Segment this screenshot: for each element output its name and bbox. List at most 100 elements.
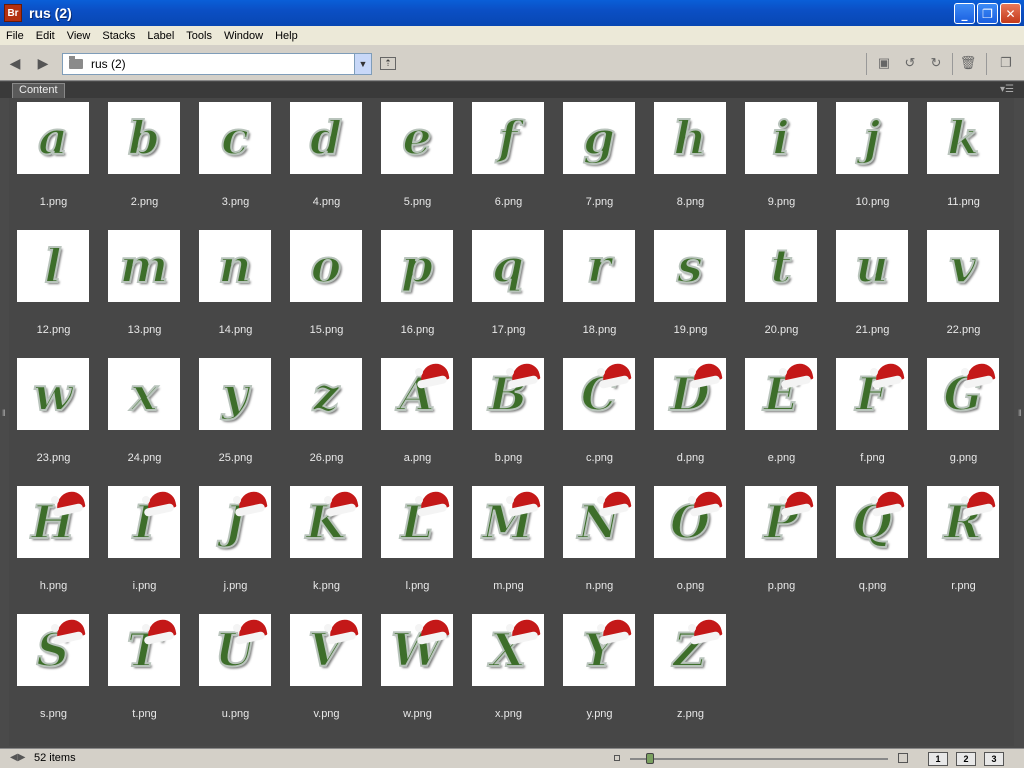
thumbnail-item[interactable]: i 9.png xyxy=(737,98,828,226)
thumbnail-image[interactable]: C xyxy=(563,358,635,430)
thumbnail-image[interactable]: b xyxy=(108,102,180,174)
file-name-label[interactable]: k.png xyxy=(282,580,371,592)
thumbnail-item[interactable]: Aa.png xyxy=(373,354,464,482)
thumbnail-image[interactable]: u xyxy=(836,230,908,302)
thumbnail-image[interactable]: N xyxy=(563,486,635,558)
thumbnail-image[interactable]: c xyxy=(199,102,271,174)
thumbnail-item[interactable]: o 15.png xyxy=(282,226,373,354)
file-name-label[interactable]: 15.png xyxy=(282,324,371,336)
thumbnail-item[interactable]: Qq.png xyxy=(828,482,919,610)
thumbnail-image[interactable]: y xyxy=(199,358,271,430)
file-name-label[interactable]: u.png xyxy=(191,708,280,720)
thumbnail-item[interactable]: Gg.png xyxy=(919,354,1010,482)
thumbnail-size-slider-knob[interactable] xyxy=(646,753,654,764)
thumbnail-image[interactable]: d xyxy=(290,102,362,174)
thumbnail-item[interactable]: Uu.png xyxy=(191,610,282,738)
file-name-label[interactable]: 8.png xyxy=(646,196,735,208)
new-folder-icon[interactable]: ▣ xyxy=(874,55,894,73)
thumbnail-image[interactable]: t xyxy=(745,230,817,302)
thumbnail-item[interactable]: e 5.png xyxy=(373,98,464,226)
thumbnail-image[interactable]: x xyxy=(108,358,180,430)
thumbnail-image[interactable]: D xyxy=(654,358,726,430)
file-name-label[interactable]: 24.png xyxy=(100,452,189,464)
menu-item-tools[interactable]: Tools xyxy=(180,30,218,42)
left-panel-handle-icon[interactable]: ‖ xyxy=(2,408,6,422)
file-name-label[interactable]: 10.png xyxy=(828,196,917,208)
menu-item-file[interactable]: File xyxy=(0,30,30,42)
thumbnail-image[interactable]: O xyxy=(654,486,726,558)
file-name-label[interactable]: 18.png xyxy=(555,324,644,336)
chevron-down-icon[interactable]: ▼ xyxy=(354,54,371,74)
thumbnail-image[interactable]: h xyxy=(654,102,726,174)
thumbnail-image[interactable]: R xyxy=(927,486,999,558)
file-name-label[interactable]: c.png xyxy=(555,452,644,464)
file-name-label[interactable]: v.png xyxy=(282,708,371,720)
thumbnail-image[interactable]: l xyxy=(17,230,89,302)
thumbnail-item[interactable]: r 18.png xyxy=(555,226,646,354)
thumbnail-item[interactable]: Ss.png xyxy=(9,610,100,738)
right-panel-handle-icon[interactable]: ‖ xyxy=(1018,408,1022,422)
thumbnail-item[interactable]: j 10.png xyxy=(828,98,919,226)
thumbnail-image[interactable]: n xyxy=(199,230,271,302)
thumbnail-image[interactable]: w xyxy=(17,358,89,430)
file-name-label[interactable]: 22.png xyxy=(919,324,1008,336)
thumbnail-image[interactable]: f xyxy=(472,102,544,174)
thumbnail-image[interactable]: U xyxy=(199,614,271,686)
thumbnail-item[interactable]: g 7.png xyxy=(555,98,646,226)
menu-item-edit[interactable]: Edit xyxy=(30,30,61,42)
thumbnail-image[interactable]: v xyxy=(927,230,999,302)
thumbnail-item[interactable]: x 24.png xyxy=(100,354,191,482)
thumbnail-item[interactable]: u 21.png xyxy=(828,226,919,354)
forward-arrow-icon[interactable]: ▶ xyxy=(34,55,52,71)
menu-item-help[interactable]: Help xyxy=(269,30,304,42)
thumbnail-item[interactable]: Tt.png xyxy=(100,610,191,738)
thumbnail-image[interactable]: o xyxy=(290,230,362,302)
thumbnail-item[interactable]: h 8.png xyxy=(646,98,737,226)
thumbnail-image[interactable]: Q xyxy=(836,486,908,558)
thumbnail-item[interactable]: Cc.png xyxy=(555,354,646,482)
file-name-label[interactable]: h.png xyxy=(9,580,98,592)
file-name-label[interactable]: 12.png xyxy=(9,324,98,336)
thumbnail-item[interactable]: Hh.png xyxy=(9,482,100,610)
menu-item-view[interactable]: View xyxy=(61,30,97,42)
thumbnail-item[interactable]: d 4.png xyxy=(282,98,373,226)
thumbnail-item[interactable]: Xx.png xyxy=(464,610,555,738)
file-name-label[interactable]: 23.png xyxy=(9,452,98,464)
file-name-label[interactable]: 19.png xyxy=(646,324,735,336)
close-button[interactable]: ✕ xyxy=(1000,3,1021,24)
view-mode-3-button[interactable]: 3 xyxy=(984,752,1004,766)
thumbnail-item[interactable]: v 22.png xyxy=(919,226,1010,354)
file-name-label[interactable]: 16.png xyxy=(373,324,462,336)
file-name-label[interactable]: d.png xyxy=(646,452,735,464)
thumbnail-image[interactable]: H xyxy=(17,486,89,558)
thumbnail-image[interactable]: W xyxy=(381,614,453,686)
file-name-label[interactable]: w.png xyxy=(373,708,462,720)
trash-icon[interactable]: 🗑 xyxy=(958,55,978,73)
thumbnail-item[interactable]: Mm.png xyxy=(464,482,555,610)
thumbnail-item[interactable]: Ll.png xyxy=(373,482,464,610)
thumbnail-item[interactable]: n 14.png xyxy=(191,226,282,354)
thumbnail-image[interactable]: K xyxy=(290,486,362,558)
thumbnail-image[interactable]: z xyxy=(290,358,362,430)
file-name-label[interactable]: 25.png xyxy=(191,452,280,464)
panel-menu-icon[interactable]: ▾☰ xyxy=(1000,84,1014,95)
thumbnail-image[interactable]: F xyxy=(836,358,908,430)
file-name-label[interactable]: 4.png xyxy=(282,196,371,208)
file-name-label[interactable]: z.png xyxy=(646,708,735,720)
thumbnail-image[interactable]: q xyxy=(472,230,544,302)
thumbnail-item[interactable]: Bb.png xyxy=(464,354,555,482)
thumbnail-image[interactable]: Y xyxy=(563,614,635,686)
up-folder-icon[interactable]: ⇡ xyxy=(380,57,396,70)
file-name-label[interactable]: 14.png xyxy=(191,324,280,336)
thumbnail-item[interactable]: y 25.png xyxy=(191,354,282,482)
thumbnail-image[interactable]: L xyxy=(381,486,453,558)
thumbnail-item[interactable]: t 20.png xyxy=(737,226,828,354)
thumbnail-image[interactable]: S xyxy=(17,614,89,686)
file-name-label[interactable]: q.png xyxy=(828,580,917,592)
file-name-label[interactable]: j.png xyxy=(191,580,280,592)
thumbnail-image[interactable]: r xyxy=(563,230,635,302)
file-name-label[interactable]: e.png xyxy=(737,452,826,464)
thumbnail-item[interactable]: Oo.png xyxy=(646,482,737,610)
minimize-button[interactable]: _ xyxy=(954,3,975,24)
back-arrow-icon[interactable]: ◀ xyxy=(6,55,24,71)
